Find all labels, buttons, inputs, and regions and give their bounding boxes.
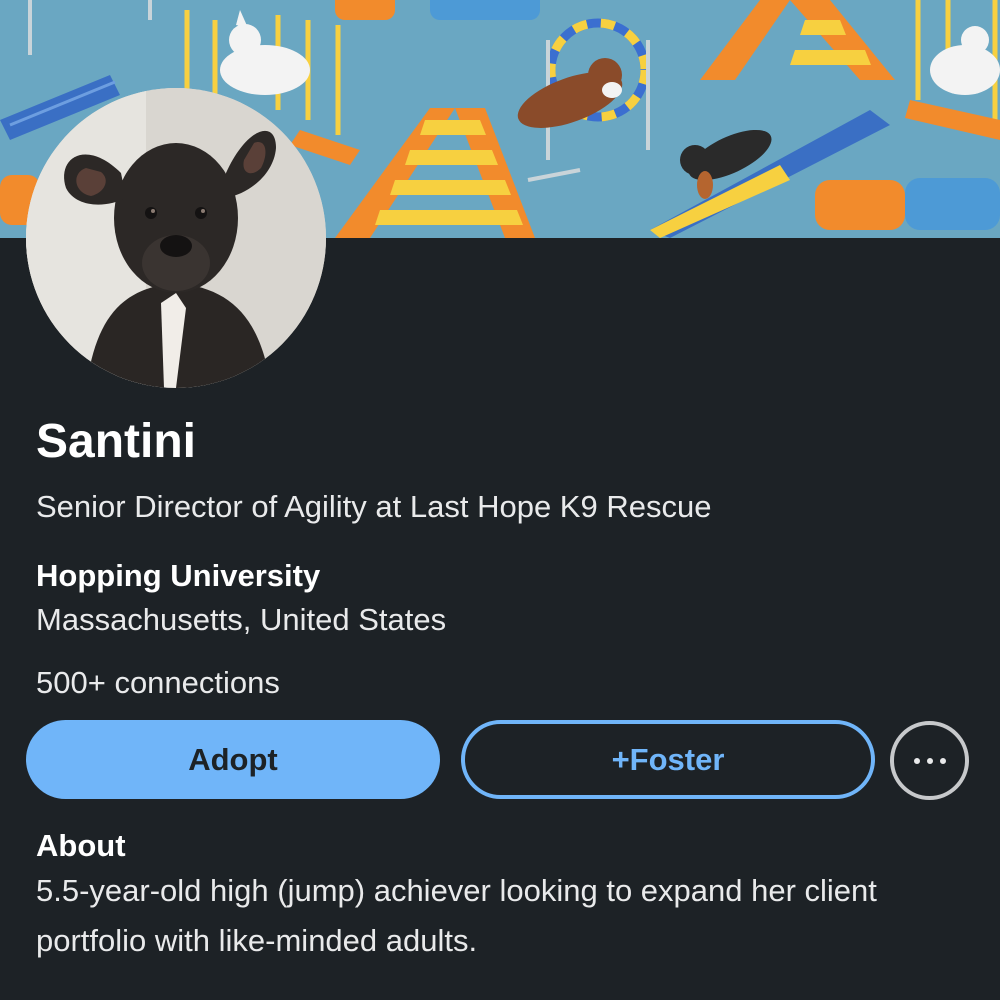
- profile-name: Santini: [36, 415, 197, 468]
- profile-photo[interactable]: [26, 88, 326, 388]
- profile-school[interactable]: Hopping University: [36, 556, 320, 596]
- profile-headline: Senior Director of Agility at Last Hope …: [36, 489, 712, 524]
- foster-button-label: +Foster: [611, 741, 725, 777]
- more-options-button[interactable]: [890, 721, 969, 800]
- adopt-button-label: Adopt: [188, 741, 278, 777]
- adopt-button[interactable]: Adopt: [26, 720, 440, 799]
- more-horizontal-icon: [913, 757, 946, 764]
- profile-location: Massachusetts, United States: [36, 602, 447, 637]
- about-text: 5.5-year-old high (jump) achiever lookin…: [36, 873, 877, 958]
- about-heading: About: [36, 828, 126, 863]
- foster-button[interactable]: +Foster: [461, 720, 875, 799]
- connections-count[interactable]: 500+ connections: [36, 663, 280, 703]
- dog-portrait-image: [26, 88, 326, 388]
